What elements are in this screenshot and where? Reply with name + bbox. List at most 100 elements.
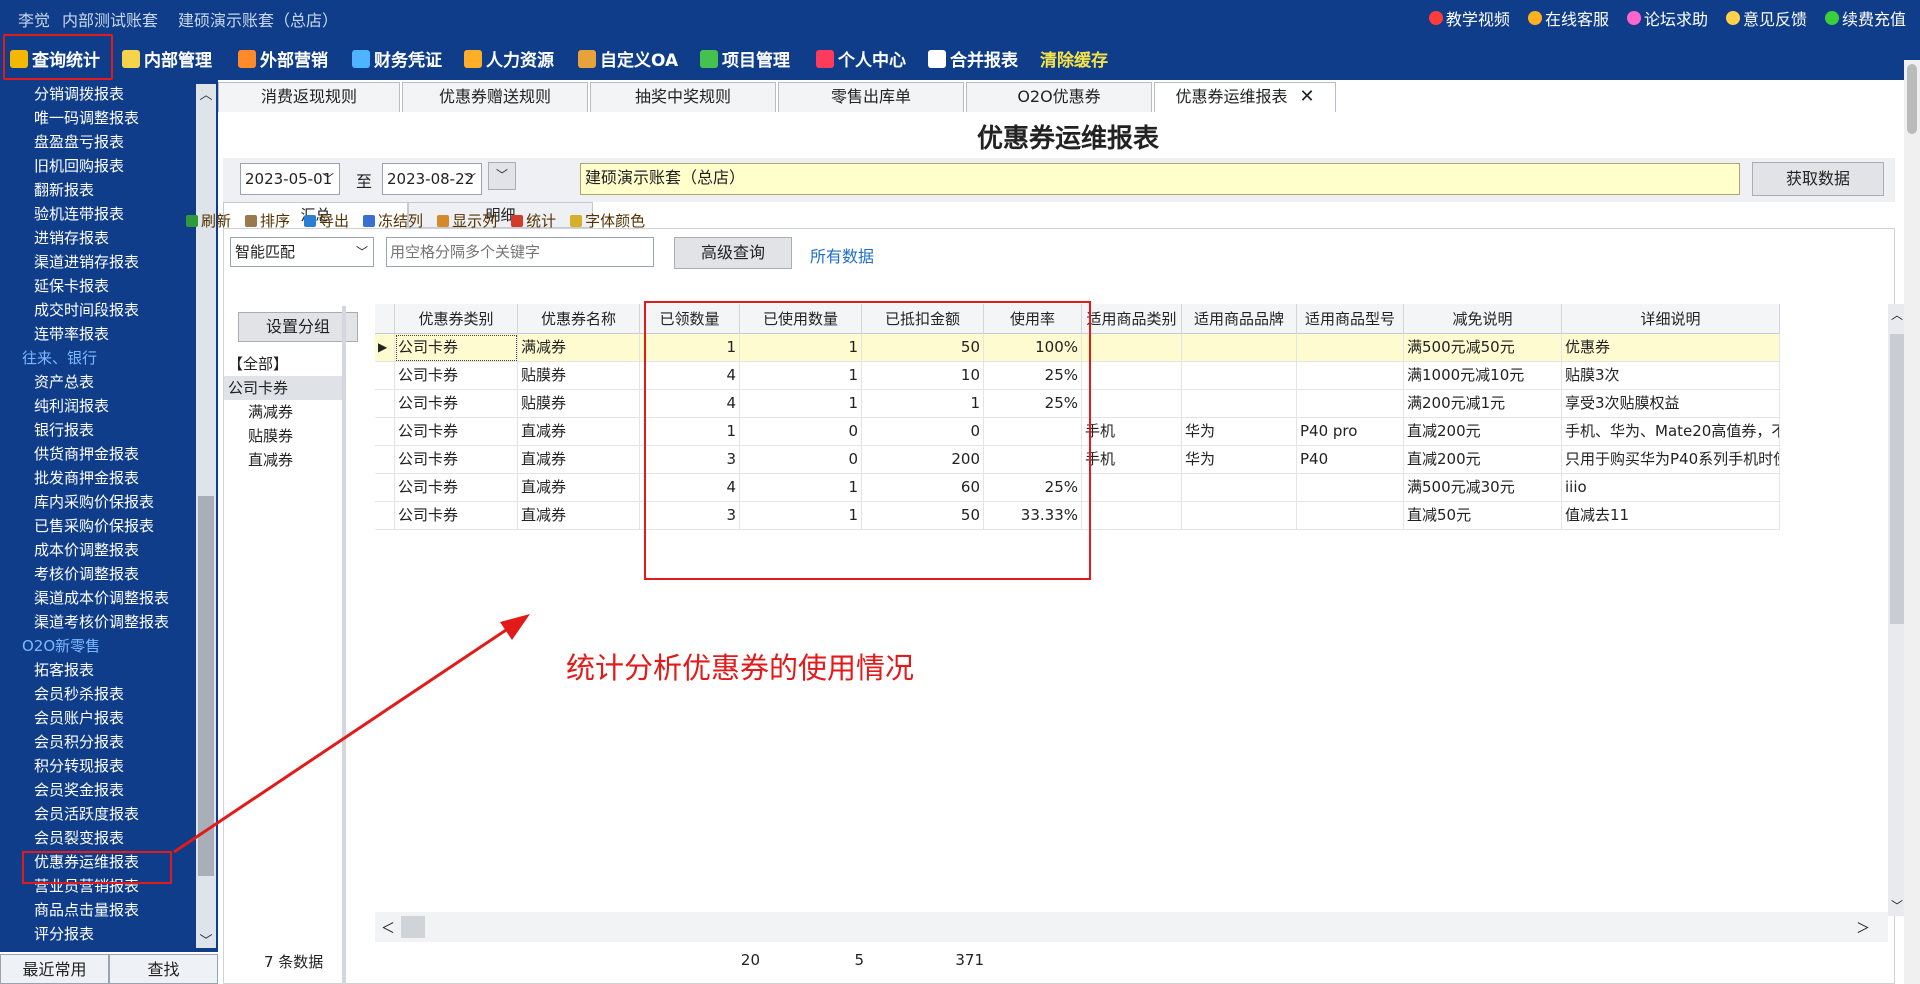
sidebar-item[interactable]: 会员积分报表 xyxy=(0,730,190,754)
tool-1[interactable]: 排序 xyxy=(245,210,290,231)
tool-3[interactable]: 冻结列 xyxy=(363,210,423,231)
sidebar-item[interactable]: 延保卡报表 xyxy=(0,274,190,298)
sidebar-item[interactable]: 库内采购价保报表 xyxy=(0,490,190,514)
sidebar-item[interactable]: 成交时间段报表 xyxy=(0,298,190,322)
page-scrollbar[interactable] xyxy=(1904,60,1920,984)
menu-item-9[interactable]: 清除缓存 xyxy=(1040,46,1108,71)
tool-2[interactable]: 导出 xyxy=(304,210,349,231)
group-item[interactable]: 公司卡券 xyxy=(224,376,344,400)
sidebar-item[interactable]: 批发商押金报表 xyxy=(0,466,190,490)
date-range-dropdown[interactable]: ﹀ xyxy=(488,162,516,190)
group-item[interactable]: 直减券 xyxy=(224,448,344,472)
tool-0[interactable]: 刷新 xyxy=(186,210,231,231)
sidebar-item[interactable]: O2O新零售 xyxy=(0,634,190,658)
scroll-left-icon[interactable]: ＜ xyxy=(381,918,395,938)
sidebar-item[interactable]: 唯一码调整报表 xyxy=(0,106,190,130)
sidebar-item[interactable]: 拓客报表 xyxy=(0,658,190,682)
sidebar-item[interactable]: 翻新报表 xyxy=(0,178,190,202)
sidebar-item[interactable]: 商品点击量报表 xyxy=(0,898,190,922)
sidebar-item[interactable]: 旧机回购报表 xyxy=(0,154,190,178)
match-mode-select[interactable]: 智能匹配 ﹀ xyxy=(230,237,374,267)
sidebar-item[interactable]: 会员秒杀报表 xyxy=(0,682,190,706)
menu-item-2[interactable]: 外部营销 xyxy=(238,46,328,71)
scroll-right-icon[interactable]: ＞ xyxy=(1856,918,1870,938)
find-tab[interactable]: 查找 xyxy=(109,954,218,984)
sidebar-item[interactable]: 会员奖金报表 xyxy=(0,778,190,802)
menu-item-4[interactable]: 人力资源 xyxy=(464,46,554,71)
close-icon[interactable]: ✕ xyxy=(1299,86,1314,107)
group-item[interactable]: 贴膜券 xyxy=(224,424,344,448)
scrollbar-thumb[interactable] xyxy=(1907,64,1917,134)
grid-horizontal-scrollbar[interactable]: ＜ ＞ xyxy=(375,912,1888,942)
sidebar-item[interactable]: 往来、银行 xyxy=(0,346,190,370)
column-header[interactable]: 减免说明 xyxy=(1404,304,1562,334)
group-item[interactable]: 满减券 xyxy=(224,400,344,424)
sidebar-item[interactable]: 评分报表 xyxy=(0,922,190,946)
sidebar-item[interactable]: 进销存报表 xyxy=(0,226,190,250)
advanced-query-button[interactable]: 高级查询 xyxy=(674,237,792,269)
all-data-link[interactable]: 所有数据 xyxy=(810,243,874,267)
table-cell xyxy=(1297,502,1404,530)
scrollbar-thumb[interactable] xyxy=(401,916,425,938)
sidebar-item[interactable]: 盘盈盘亏报表 xyxy=(0,130,190,154)
tab-4[interactable]: O2O优惠券 xyxy=(966,82,1152,112)
top-link-3[interactable]: 意见反馈 xyxy=(1725,6,1807,30)
recent-tab[interactable]: 最近常用 xyxy=(0,954,109,984)
sidebar-item[interactable]: 银行报表 xyxy=(0,418,190,442)
sidebar-item[interactable]: 资产总表 xyxy=(0,370,190,394)
tab-0[interactable]: 消费返现规则 xyxy=(218,82,400,112)
sidebar-item[interactable]: 会员裂变报表 xyxy=(0,826,190,850)
top-link-1[interactable]: 在线客服 xyxy=(1527,6,1609,30)
column-header[interactable]: 适用商品品牌 xyxy=(1182,304,1297,334)
menu-item-6[interactable]: 项目管理 xyxy=(700,46,790,71)
menu-item-3[interactable]: 财务凭证 xyxy=(352,46,442,71)
sidebar-item[interactable]: 已售采购价保报表 xyxy=(0,514,190,538)
tab-5[interactable]: 优惠券运维报表 ✕ xyxy=(1154,82,1336,112)
account-field[interactable]: 建硕演示账套（总店） xyxy=(580,163,1740,195)
sidebar-item[interactable]: 积分转现报表 xyxy=(0,754,190,778)
row-indicator xyxy=(375,418,395,446)
sidebar-item[interactable]: 渠道进销存报表 xyxy=(0,250,190,274)
scroll-up-icon[interactable]: ︿ xyxy=(196,84,216,103)
top-link-label: 论坛求助 xyxy=(1643,10,1708,29)
keyword-search-input[interactable] xyxy=(386,237,654,267)
sidebar-item[interactable]: 渠道成本价调整报表 xyxy=(0,586,190,610)
sidebar-item[interactable]: 分销调拨报表 xyxy=(0,82,190,106)
scrollbar-thumb[interactable] xyxy=(1890,334,1904,624)
fetch-data-button[interactable]: 获取数据 xyxy=(1752,162,1884,196)
column-header[interactable]: 适用商品型号 xyxy=(1297,304,1404,334)
sidebar-item[interactable]: 会员活跃度报表 xyxy=(0,802,190,826)
menu-item-7[interactable]: 个人中心 xyxy=(816,46,906,71)
group-item[interactable]: 【全部】 xyxy=(224,352,344,376)
account-info: 李觉 内部测试账套 建硕演示账套（总店） xyxy=(18,7,350,31)
tool-6[interactable]: 字体颜色 xyxy=(570,210,645,231)
sidebar-item[interactable]: 连带率报表 xyxy=(0,322,190,346)
menu-item-1[interactable]: 内部管理 xyxy=(122,46,212,71)
tool-4[interactable]: 显示列 xyxy=(437,210,497,231)
sidebar-item[interactable]: 考核价调整报表 xyxy=(0,562,190,586)
sidebar-item[interactable]: 渠道考核价调整报表 xyxy=(0,610,190,634)
sidebar-item[interactable]: 纯利润报表 xyxy=(0,394,190,418)
sidebar-item[interactable]: 成本价调整报表 xyxy=(0,538,190,562)
menu-item-0[interactable]: 查询统计 xyxy=(10,46,100,71)
tab-3[interactable]: 零售出库单 xyxy=(778,82,964,112)
set-group-button[interactable]: 设置分组 xyxy=(238,312,358,342)
sidebar-item[interactable]: 供货商押金报表 xyxy=(0,442,190,466)
top-link-4[interactable]: 续费充值 xyxy=(1824,6,1906,30)
sidebar-item[interactable]: 会员账户报表 xyxy=(0,706,190,730)
date-from-picker[interactable]: 2023-05-01 ﹀ xyxy=(240,163,340,195)
top-link-0[interactable]: 教学视频 xyxy=(1428,6,1510,30)
menu-item-8[interactable]: 合并报表 xyxy=(928,46,1018,71)
tab-1[interactable]: 优惠券赠送规则 xyxy=(402,82,588,112)
tool-5[interactable]: 统计 xyxy=(511,210,556,231)
date-to-picker[interactable]: 2023-08-22 ﹀ xyxy=(382,163,482,195)
column-header[interactable]: 详细说明 xyxy=(1562,304,1780,334)
top-link-2[interactable]: 论坛求助 xyxy=(1626,6,1708,30)
column-header[interactable]: 优惠券名称 xyxy=(518,304,640,334)
scroll-down-icon[interactable]: ﹀ xyxy=(196,930,216,949)
column-header[interactable]: 适用商品类别 xyxy=(1082,304,1182,334)
column-header[interactable]: 优惠券类别 xyxy=(395,304,518,334)
menu-item-5[interactable]: 自定义OA xyxy=(578,46,678,71)
tab-2[interactable]: 抽奖中奖规则 xyxy=(590,82,776,112)
sidebar-item[interactable]: 验机连带报表 xyxy=(0,202,190,226)
